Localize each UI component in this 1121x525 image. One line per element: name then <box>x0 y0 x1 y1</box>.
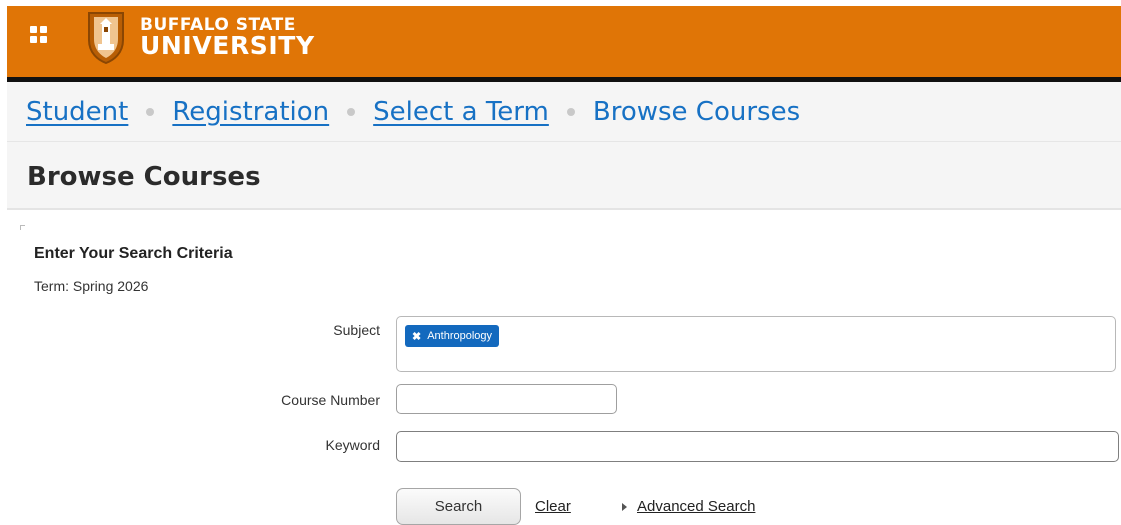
page-title-bar: Browse Courses <box>7 142 1121 210</box>
course-number-input[interactable] <box>396 384 617 414</box>
subject-tag-label: Anthropology <box>427 330 493 342</box>
breadcrumb-registration-link[interactable]: Registration <box>172 97 329 127</box>
search-criteria-heading: Enter Your Search Criteria <box>34 245 233 262</box>
subject-tag: ✖ Anthropology <box>405 325 500 347</box>
apps-grid-icon[interactable] <box>30 26 48 44</box>
university-wordmark: BUFFALO STATE UNIVERSITY <box>140 16 315 60</box>
caret-right-icon[interactable] <box>622 503 627 511</box>
term-label: Term: Spring 2026 <box>34 278 149 294</box>
breadcrumb-current: Browse Courses <box>592 96 801 127</box>
close-icon[interactable]: ✖ <box>412 330 421 343</box>
search-button[interactable]: Search <box>396 488 521 525</box>
breadcrumb-select-term-link[interactable]: Select a Term <box>373 97 549 127</box>
breadcrumb: Student Registration Select a Term Brows… <box>7 82 1121 142</box>
resize-corner-mark <box>20 225 25 230</box>
breadcrumb-separator <box>347 107 356 116</box>
course-number-label: Course Number <box>281 392 380 408</box>
university-crest-icon <box>88 12 124 64</box>
breadcrumb-separator <box>146 107 155 116</box>
university-logo[interactable]: BUFFALO STATE UNIVERSITY <box>86 9 315 65</box>
keyword-input[interactable] <box>396 431 1119 462</box>
subject-multiselect[interactable]: ✖ Anthropology <box>396 316 1116 372</box>
clear-link[interactable]: Clear <box>535 498 571 515</box>
subject-label: Subject <box>333 322 380 338</box>
logo-line-2: UNIVERSITY <box>140 30 315 60</box>
breadcrumb-separator <box>566 107 575 116</box>
breadcrumb-student-link[interactable]: Student <box>26 97 128 127</box>
keyword-label: Keyword <box>325 437 380 453</box>
advanced-search-link[interactable]: Advanced Search <box>637 498 755 515</box>
page-title: Browse Courses <box>27 162 261 192</box>
